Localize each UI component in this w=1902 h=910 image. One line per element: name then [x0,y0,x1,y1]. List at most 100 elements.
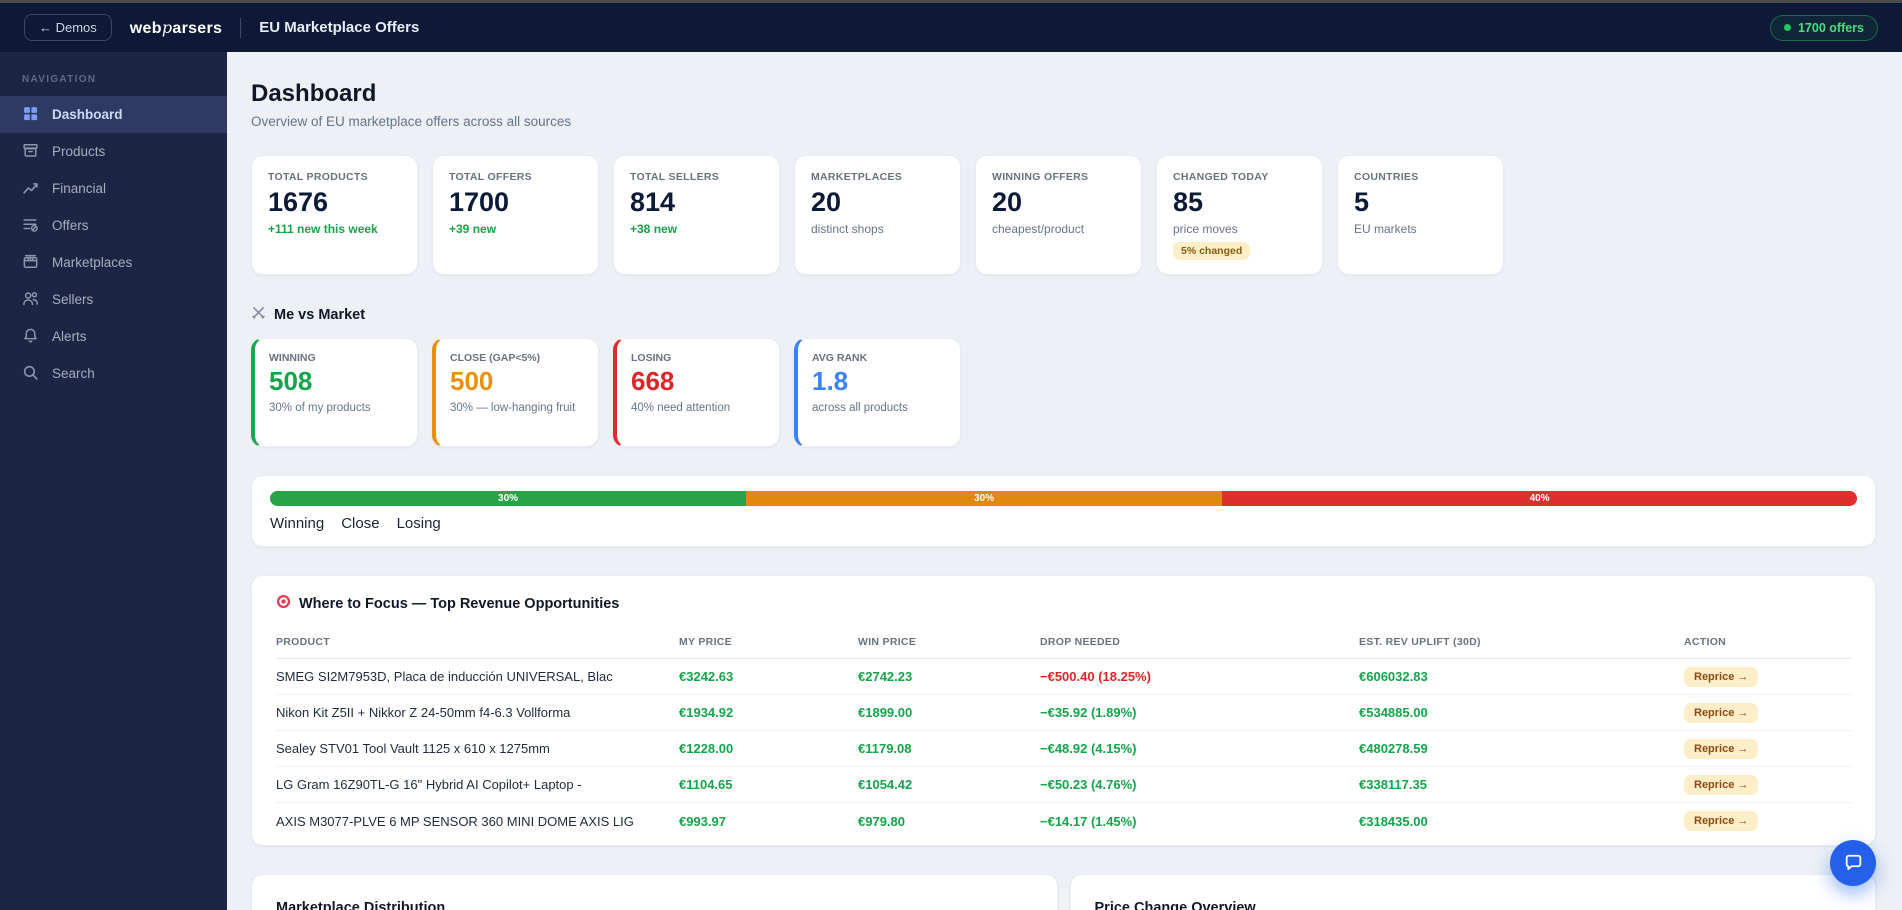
marketplace-distribution-card: Marketplace Distribution [251,874,1058,910]
back-to-demos-button[interactable]: ← Demos [24,14,112,41]
page-subtitle: Overview of EU marketplace offers across… [251,114,572,129]
mvm-value: 668 [631,366,675,396]
action-cell: Reprice → [1684,695,1851,731]
brand-logo[interactable]: webparsers [130,18,222,38]
stat-label: COUNTRIES [1354,171,1419,183]
sidebar-item-label: Products [52,144,106,159]
mvm-label: CLOSE (GAP<5%) [450,352,541,364]
product-cell: LG Gram 16Z90TL-G 16" Hybrid AI Copilot+… [276,767,679,803]
mvm-sub: across all products [812,401,908,414]
product-cell: SMEG SI2M7953D, Placa de inducción UNIVE… [276,659,679,695]
stat-label: TOTAL SELLERS [630,171,720,183]
stats-row: TOTAL PRODUCTS 1676 +111 new this week T… [251,155,1876,275]
sidebar-item-marketplaces[interactable]: Marketplaces [0,244,227,281]
mvm-card-losing: LOSING 668 40% need attention [613,338,780,447]
stat-card-countries: COUNTRIES 5 EU markets [1337,155,1504,275]
stat-card-winning-offers: WINNING OFFERS 20 cheapest/product [975,155,1142,275]
sidebar-item-products[interactable]: Products [0,133,227,170]
stat-label: TOTAL PRODUCTS [268,171,368,183]
alerts-bell-icon [22,327,39,347]
bottom-cards-row: Marketplace Distribution Price Change Ov… [251,874,1876,910]
sidebar-item-dashboard[interactable]: Dashboard [0,96,227,133]
reprice-button[interactable]: Reprice → [1684,738,1759,759]
sidebar-item-offers[interactable]: Offers [0,207,227,244]
financial-chart-icon [22,179,39,199]
sidebar-item-financial[interactable]: Financial [0,170,227,207]
win-price-cell: €1179.08 [858,731,1040,767]
drop-needed-cell: −€50.23 (4.76%) [1040,767,1359,803]
search-magnifier-icon [22,364,39,384]
stat-sub: +39 new [449,222,497,237]
sidebar-item-sellers[interactable]: Sellers [0,281,227,318]
stat-value: 5 [1354,187,1370,217]
stat-sub: EU markets [1354,222,1417,237]
stat-value: 1676 [268,187,329,217]
reprice-button[interactable]: Reprice → [1684,666,1759,687]
win-price-cell: €1899.00 [858,695,1040,731]
logo-text: web [129,19,162,37]
stat-sub: distinct shops [811,222,884,237]
marketplaces-store-icon [22,253,39,273]
price-change-overview-card: Price Change Overview [1069,874,1876,910]
product-cell: Nikon Kit Z5II + Nikkor Z 24-50mm f4-6.3… [276,695,679,731]
stat-value: 814 [630,187,676,217]
sidebar: NAVIGATION Dashboard Products Financial … [0,52,227,910]
sidebar-item-alerts[interactable]: Alerts [0,318,227,355]
drop-needed-cell: −€35.92 (1.89%) [1040,695,1359,731]
focus-heading: Where to Focus — Top Revenue Opportuniti… [276,594,1851,613]
reprice-button[interactable]: Reprice → [1684,702,1759,723]
section-title: Me vs Market [274,306,366,323]
logo-p: p [161,17,173,37]
stat-sub: price moves [1173,222,1238,237]
mvm-card-winning: WINNING 508 30% of my products [251,338,418,447]
uplift-cell: €318435.00 [1359,813,1428,829]
legend-losing: Losing [396,515,441,532]
mvm-sub: 30% of my products [269,401,371,414]
offers-count-badge: 1700 offers [1769,14,1878,41]
col-header-action: ACTION [1684,623,1851,659]
changed-percent-badge: 5% changed [1173,242,1251,261]
stat-value: 85 [1173,187,1204,217]
reprice-button[interactable]: Reprice → [1684,811,1759,831]
mvm-label: LOSING [631,352,672,364]
stat-value: 20 [992,187,1023,217]
mvm-card-close-gap: CLOSE (GAP<5%) 500 30% — low-hanging fru… [432,338,599,447]
offers-count-label: 1700 offers [1797,20,1864,35]
sellers-users-icon [22,290,39,310]
my-price-cell: €993.97 [679,813,726,829]
col-header-my-price: MY PRICE [679,623,858,659]
me-vs-market-row: WINNING 508 30% of my products CLOSE (GA… [251,338,1876,447]
col-header-product: PRODUCT [276,623,679,659]
chat-bubble-icon [1843,851,1864,875]
stat-value: 20 [811,187,842,217]
sidebar-item-label: Offers [52,218,89,233]
stat-label: CHANGED TODAY [1173,171,1269,183]
sidebar-item-label: Sellers [52,292,94,307]
sidebar-item-search[interactable]: Search [0,355,227,392]
stat-value: 1700 [449,187,510,217]
mvm-card-avg-rank: AVG RANK 1.8 across all products [794,338,961,447]
logo-text-rest: arsers [172,19,223,37]
section-title: Where to Focus — Top Revenue Opportuniti… [299,595,620,612]
uplift-cell: €606032.83 [1359,659,1684,695]
main-content: Dashboard Overview of EU marketplace off… [227,52,1902,910]
page-title: Dashboard [251,80,377,107]
col-header-win-price: WIN PRICE [858,623,1040,659]
app-title: EU Marketplace Offers [259,19,420,36]
uplift-cell: €534885.00 [1359,695,1684,731]
legend-close: Close [341,515,380,532]
legend-winning: Winning [270,515,325,532]
win-price-cell: €1054.42 [858,767,1040,803]
chat-button[interactable] [1830,840,1876,886]
reprice-button[interactable]: Reprice → [1684,774,1759,795]
col-header-drop-needed: DROP NEEDED [1040,623,1359,659]
dashboard-grid-icon [22,105,39,125]
product-cell: Sealey STV01 Tool Vault 1125 x 610 x 127… [276,731,679,767]
action-cell: Reprice → [1684,731,1851,767]
bar-segment-winning: 30% [270,491,747,506]
action-cell: Reprice → [1684,803,1851,839]
mvm-sub: 40% need attention [631,401,731,414]
me-vs-market-heading: Me vs Market [251,305,1876,324]
distribution-card: 30% 30% 40% Winning Close Losing [251,475,1876,547]
topbar-divider [240,17,242,38]
